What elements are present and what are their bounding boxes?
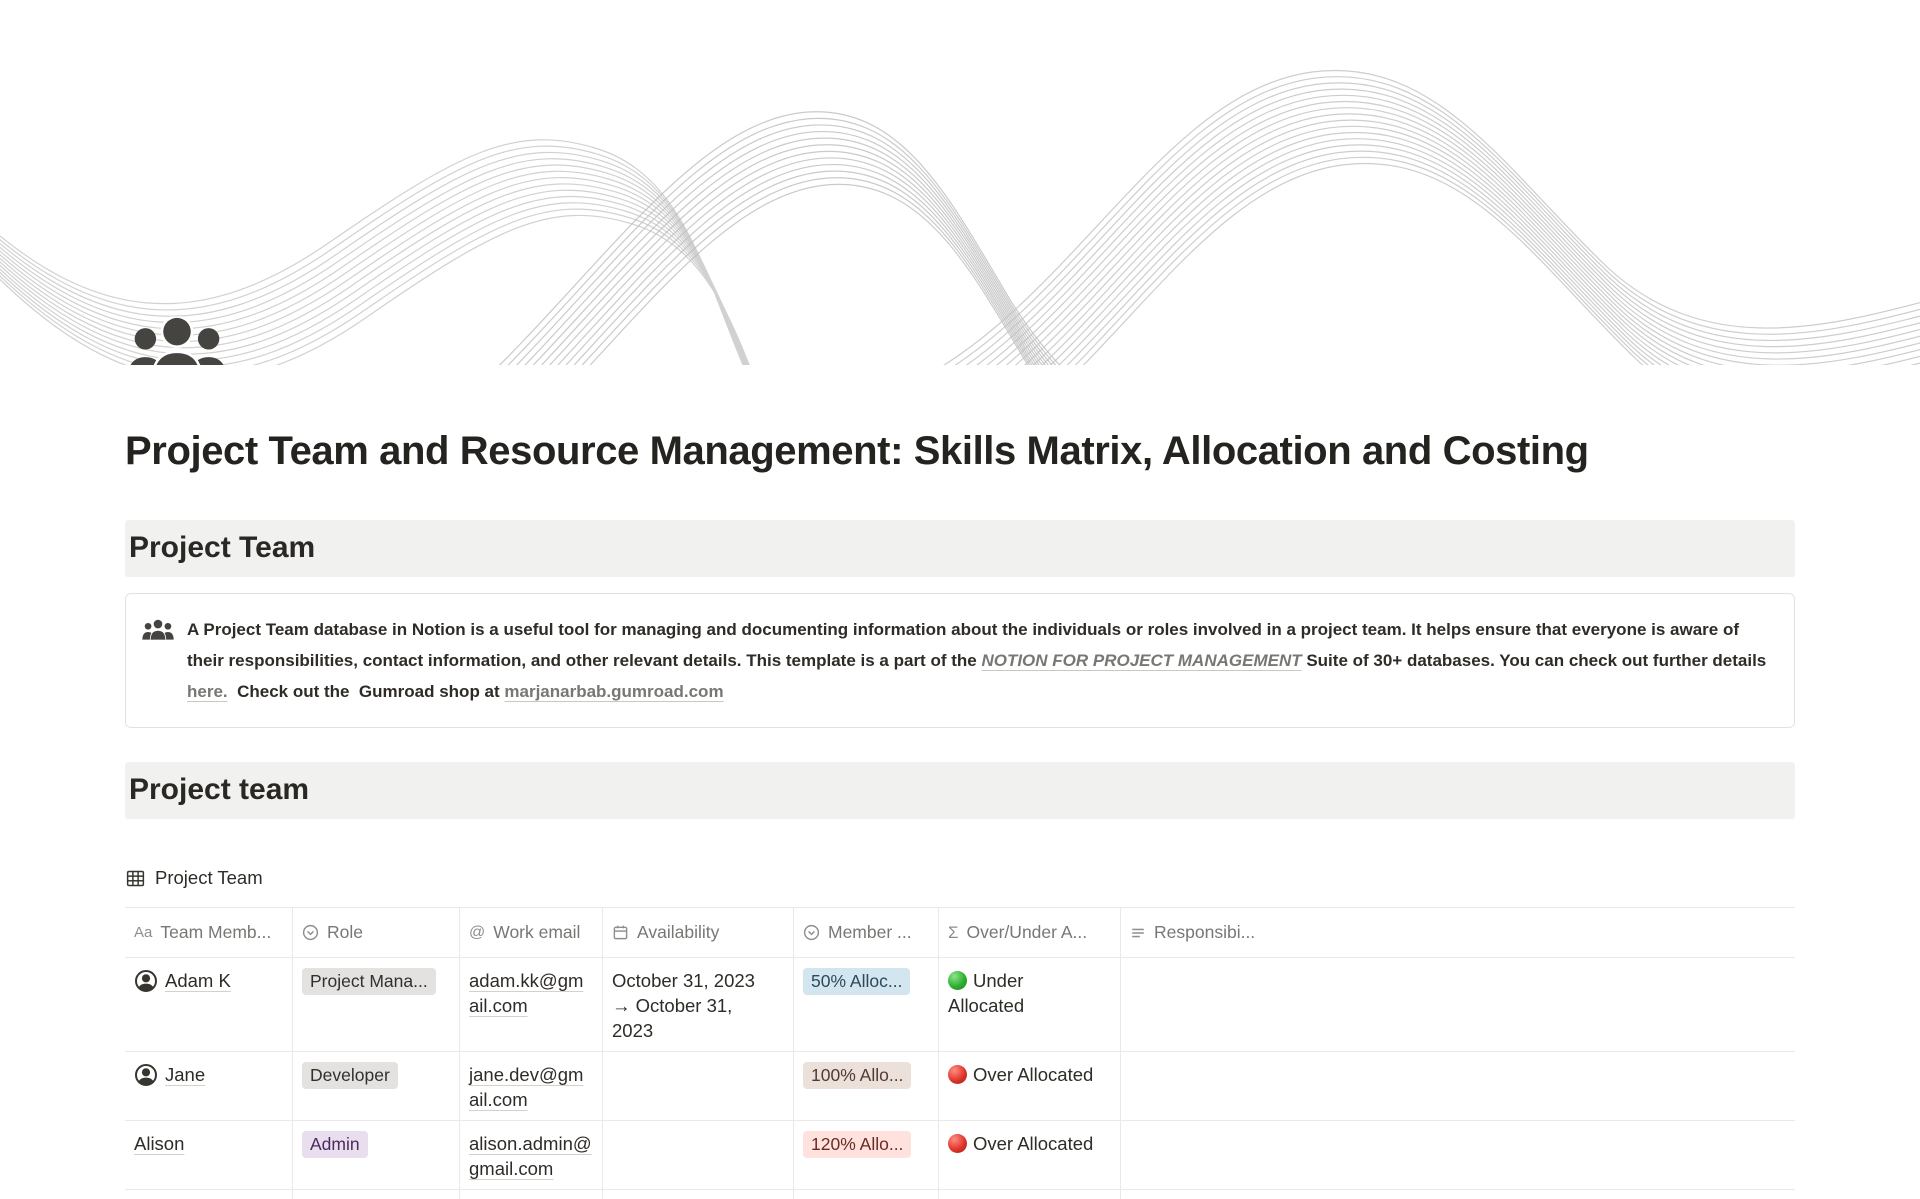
person-icon [134, 1063, 158, 1087]
role-tag[interactable]: Project Mana... [302, 968, 436, 995]
table-row: Alison Admin alison.admin@gmail.com 120%… [125, 1121, 1795, 1190]
title-icon: Aa [134, 920, 152, 945]
column-header-role[interactable]: Role [293, 908, 460, 957]
status-dot [948, 971, 967, 990]
cell-role[interactable]: Admin [293, 1121, 460, 1189]
callout: A Project Team database in Notion is a u… [125, 593, 1795, 728]
cell-member-allocation[interactable]: 120% Allo... [794, 1121, 939, 1189]
table-row: John HR john.hr@gmail.com 100% Allo... O… [125, 1190, 1795, 1199]
table-icon [125, 868, 146, 889]
cell-member-allocation[interactable]: 50% Alloc... [794, 958, 939, 1051]
cell-responsibilities[interactable] [1121, 1190, 1795, 1199]
people-group-icon [142, 614, 174, 707]
allocation-tag[interactable]: 100% Allo... [803, 1062, 911, 1089]
cell-responsibilities[interactable] [1121, 958, 1795, 1051]
status-label: Over Allocated [973, 1133, 1093, 1154]
cell-over-under-allocation[interactable]: Over Allocated [939, 1052, 1121, 1120]
suite-link[interactable]: NOTION FOR PROJECT MANAGEMENT [981, 651, 1301, 670]
here-link[interactable]: here. [187, 682, 228, 701]
select-icon [803, 924, 820, 941]
heading-project-team-lower: Project team [125, 762, 1795, 819]
cell-role[interactable]: HR [293, 1190, 460, 1199]
cell-availability[interactable] [603, 1121, 794, 1189]
column-header-team-member[interactable]: Aa Team Memb... [125, 908, 293, 957]
allocation-tag[interactable]: 50% Alloc... [803, 968, 910, 995]
allocation-tag[interactable]: 120% Allo... [803, 1131, 911, 1158]
cell-role[interactable]: Developer [293, 1052, 460, 1120]
person-icon [134, 969, 158, 993]
cell-over-under-allocation[interactable]: Under Allocated [939, 958, 1121, 1051]
status-label: Over Allocated [973, 1064, 1093, 1085]
page-icon-people-group[interactable] [126, 316, 228, 365]
gumroad-link[interactable]: marjanarbab.gumroad.com [504, 682, 723, 701]
cell-availability[interactable] [603, 1190, 794, 1199]
wave-pattern [0, 0, 1920, 365]
cell-team-member[interactable]: John [125, 1190, 293, 1199]
role-tag[interactable]: Admin [302, 1131, 368, 1158]
column-header-availability[interactable]: Availability [603, 908, 794, 957]
cell-over-under-allocation[interactable]: Over Allocated [939, 1190, 1121, 1199]
cell-work-email[interactable]: jane.dev@gmail.com [460, 1052, 603, 1120]
page-cover [0, 0, 1920, 365]
cell-team-member[interactable]: Alison [125, 1121, 293, 1189]
cell-availability[interactable] [603, 1052, 794, 1120]
table-header-row: Aa Team Memb... Role @ Work email Availa… [125, 908, 1795, 958]
cell-team-member[interactable]: Adam K [125, 958, 293, 1051]
select-icon [302, 924, 319, 941]
email-icon: @ [469, 920, 485, 945]
cell-member-allocation[interactable]: 100% Allo... [794, 1190, 939, 1199]
database-view-title-label: Project Team [155, 867, 263, 889]
cell-responsibilities[interactable] [1121, 1052, 1795, 1120]
column-header-member-allocation[interactable]: Member ... [794, 908, 939, 957]
table-row: Adam K Project Mana... adam.kk@gmail.com… [125, 958, 1795, 1052]
project-team-table: Aa Team Memb... Role @ Work email Availa… [125, 907, 1795, 1199]
cell-over-under-allocation[interactable]: Over Allocated [939, 1121, 1121, 1189]
page-title: Project Team and Resource Management: Sk… [125, 429, 1795, 474]
cell-availability[interactable]: October 31, 2023 → October 31, 2023 [603, 958, 794, 1051]
callout-text-2: Suite of 30+ databases. You can check ou… [1302, 651, 1771, 670]
table-row: Jane Developer jane.dev@gmail.com 100% A… [125, 1052, 1795, 1121]
cell-role[interactable]: Project Mana... [293, 958, 460, 1051]
formula-icon: Σ [948, 920, 959, 945]
role-tag[interactable]: Developer [302, 1062, 398, 1089]
column-header-work-email[interactable]: @ Work email [460, 908, 603, 957]
column-header-responsibilities[interactable]: Responsibi... [1121, 908, 1795, 957]
cell-work-email[interactable]: adam.kk@gmail.com [460, 958, 603, 1051]
cell-member-allocation[interactable]: 100% Allo... [794, 1052, 939, 1120]
cell-work-email[interactable]: john.hr@gmail.com [460, 1190, 603, 1199]
text-icon [1130, 925, 1146, 941]
cell-work-email[interactable]: alison.admin@gmail.com [460, 1121, 603, 1189]
cell-team-member[interactable]: Jane [125, 1052, 293, 1120]
status-dot [948, 1134, 967, 1153]
cell-responsibilities[interactable] [1121, 1121, 1795, 1189]
database-view-title[interactable]: Project Team [125, 867, 1795, 907]
calendar-icon [612, 924, 629, 941]
column-header-over-under-allocation[interactable]: Σ Over/Under A... [939, 908, 1121, 957]
callout-text-3: Check out the Gumroad shop at [228, 682, 505, 701]
heading-project-team: Project Team [125, 520, 1795, 577]
callout-text: A Project Team database in Notion is a u… [187, 614, 1776, 707]
status-dot [948, 1065, 967, 1084]
